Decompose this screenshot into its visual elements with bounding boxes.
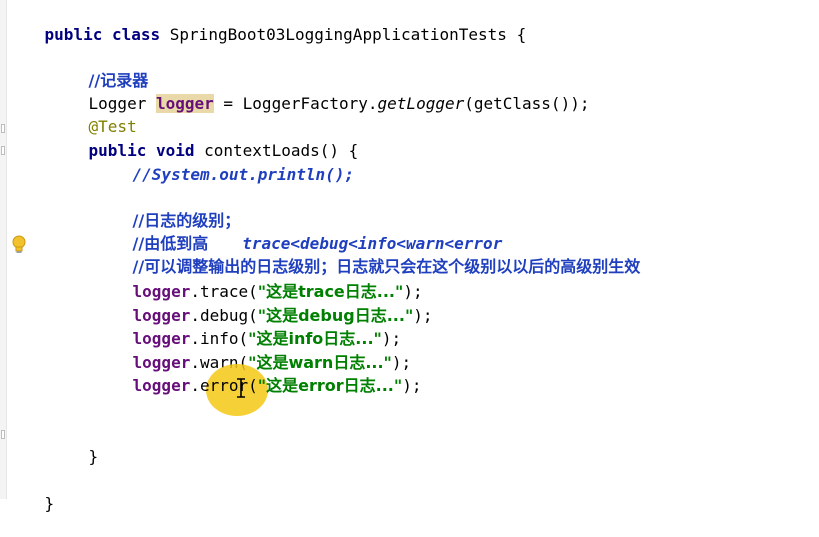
fold-marker-icon[interactable] [1,146,5,155]
code-text: (getClass()); [464,94,590,113]
code-line-comment[interactable]: //记录器 [50,48,149,90]
method-call: .error( [190,376,258,395]
code-line-comment[interactable]: //日志的级别； [94,188,241,230]
gutter [0,0,7,499]
text-cursor-icon [237,378,245,398]
code-text: ); [413,306,433,325]
keyword: class [111,25,161,44]
comment: //System.out.println(); [132,165,355,184]
code-line-logger-call[interactable]: logger.trace("这是trace日志..."); [94,259,423,301]
code-line-comment[interactable]: //可以调整输出的日志级别；日志就只会在这个级别以以后的高级别生效 [94,234,641,276]
code-line-annotation[interactable]: @Test [50,94,137,136]
closing-brace: } [88,447,99,466]
code-line-close-method[interactable]: } [50,424,99,466]
code-line-logger-call[interactable]: logger.debug("这是debug日志..."); [94,283,433,325]
fold-marker-icon[interactable] [1,124,5,133]
code-line-comment[interactable]: //由低到高 trace<debug<info<warn<error [94,211,503,253]
code-line-method-decl[interactable]: public void contextLoads() { [50,118,359,160]
field-name: logger [132,376,191,395]
lightbulb-icon[interactable] [10,234,28,256]
closing-brace: } [44,494,55,513]
static-method: getLogger [377,94,465,113]
code-text: ); [402,376,422,395]
field-name: logger [155,94,214,113]
class-name: SpringBoot03LoggingApplicationTests { [169,25,527,44]
code-line-logger-decl[interactable]: Logger logger = LoggerFactory.getLogger(… [50,71,589,113]
code-line-logger-call[interactable]: logger.warn("这是warn日志..."); [94,330,412,372]
code-text: = LoggerFactory. [213,94,378,113]
code-line-logger-call[interactable]: logger.info("这是info日志..."); [94,306,402,348]
code-line-class-decl[interactable]: public class SpringBoot03LoggingApplicat… [6,2,527,44]
code-line-close-class[interactable]: } [6,471,55,513]
code-editor[interactable]: public class SpringBoot03LoggingApplicat… [0,0,819,513]
string-literal: "这是error日志..." [257,376,403,395]
keyword: public [44,25,103,44]
fold-marker-icon[interactable] [1,430,5,439]
code-line-comment[interactable]: //System.out.println(); [94,142,355,184]
code-line-logger-call[interactable]: logger.error("这是error日志..."); [94,353,422,395]
